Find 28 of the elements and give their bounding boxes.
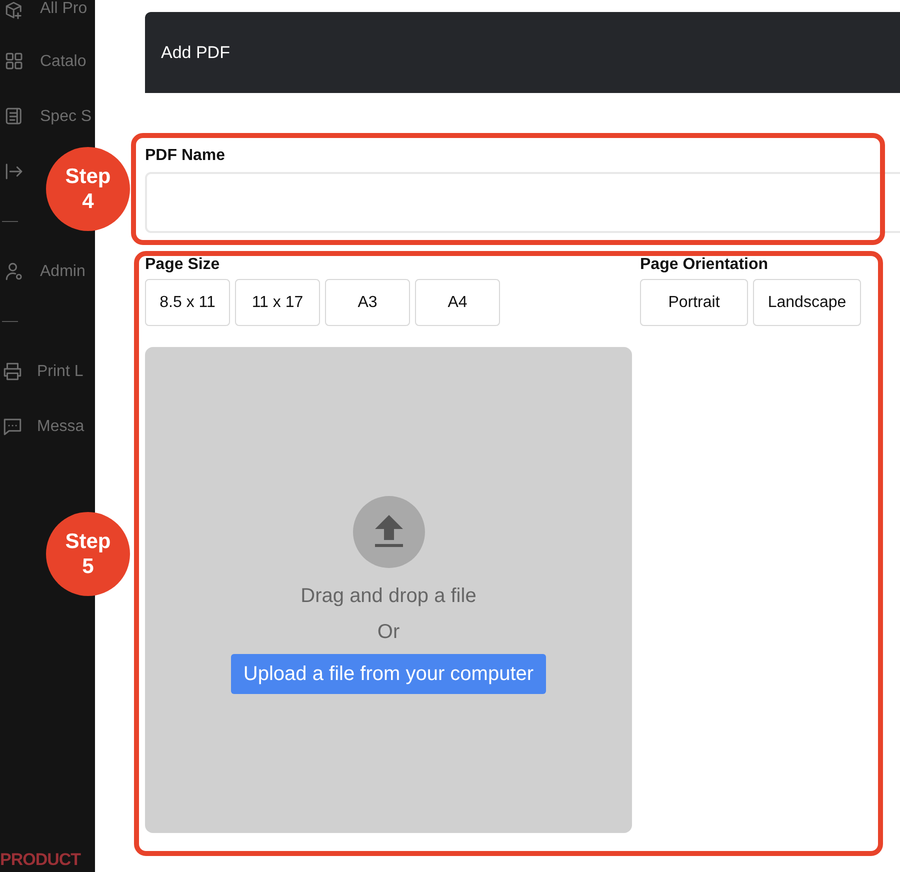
pdf-name-field[interactable] [145, 172, 900, 233]
or-text: Or [377, 620, 400, 645]
message-icon [2, 416, 23, 437]
orientation-button[interactable]: Landscape [753, 279, 861, 326]
page-size-button[interactable]: A3 [325, 279, 410, 326]
field-label: Page Size [145, 255, 221, 275]
user-gear-icon [4, 261, 25, 282]
dialog-title: Add PDF [161, 42, 230, 62]
dropzone-text: Drag and drop a file [300, 584, 476, 609]
sidebar-item[interactable]: Messa [0, 399, 95, 454]
printer-icon [2, 361, 23, 382]
sidebar-item[interactable]: All Pro [0, 0, 95, 24]
field-label: PDF Name [145, 146, 226, 166]
dropzone[interactable]: Drag and drop a file Or Upload a file from your computer [145, 347, 632, 833]
page-size-button[interactable]: A4 [415, 279, 500, 326]
logo: PRODUCT [0, 850, 81, 870]
orientation-button[interactable]: Portrait [640, 279, 748, 326]
sidebar-item[interactable]: Print L [0, 344, 95, 399]
sidebar-item[interactable]: Admin [0, 244, 95, 299]
field-label: Page Orientation [640, 255, 770, 275]
arrow-right-icon[interactable] [4, 161, 25, 182]
upload-icon [352, 496, 424, 568]
grid-icon [4, 51, 25, 72]
sidebar-item[interactable]: Spec S [0, 89, 95, 144]
sidebar-item[interactable]: Catalo [0, 34, 95, 89]
page-size-button[interactable]: 8.5 x 11 [145, 279, 230, 326]
upload-button[interactable]: Upload a file from your computer [231, 654, 546, 694]
page-size-button[interactable]: 11 x 17 [235, 279, 320, 326]
